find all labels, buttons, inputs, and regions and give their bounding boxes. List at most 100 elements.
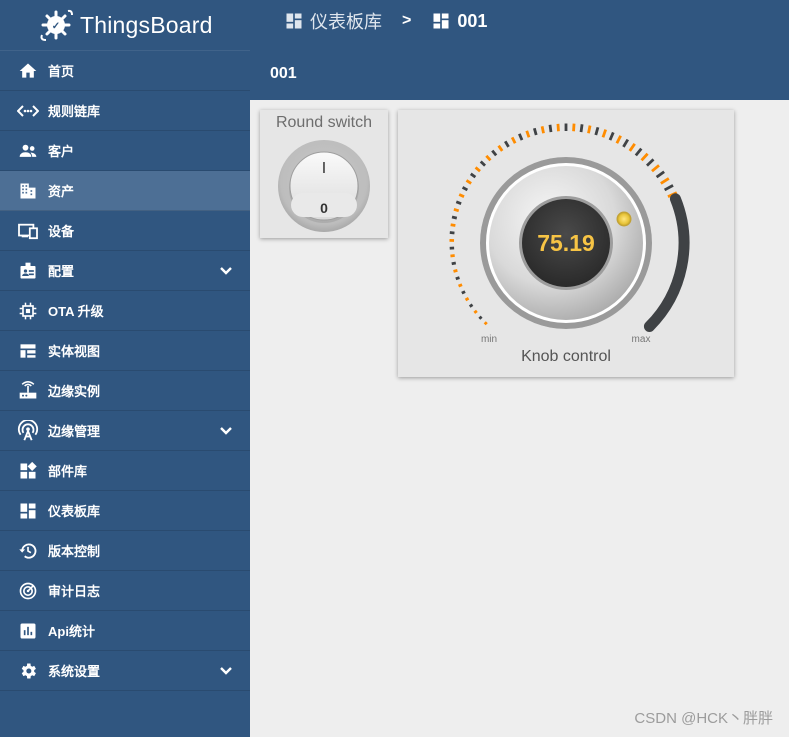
sidebar-item-devices[interactable]: 设备: [0, 211, 250, 251]
sidebar-item-edge-instances[interactable]: 边缘实例: [0, 371, 250, 411]
history-icon: [17, 540, 39, 562]
sidebar-item-label: 设备: [48, 224, 75, 239]
knob-max-label: max: [632, 334, 651, 345]
breadcrumb-dashboards[interactable]: 仪表板库: [284, 8, 382, 34]
sidebar-item-label: 资产: [48, 184, 75, 199]
sidebar-item-rule-chains[interactable]: 规则链库: [0, 91, 250, 131]
dashboard-icon: [17, 500, 39, 522]
sidebar-item-label: 部件库: [48, 464, 88, 479]
knob-scale-tick: [663, 184, 674, 192]
chip-icon: [17, 300, 39, 322]
sidebar-item-home[interactable]: 首页: [0, 51, 250, 91]
knob-scale-tick: [594, 126, 600, 136]
sidebar-item-label: 边缘管理: [48, 424, 101, 439]
sidebar-item-ota-updates[interactable]: OTA 升级: [0, 291, 250, 331]
chevron-down-icon[interactable]: [218, 663, 234, 679]
sidebar-item-edge-management[interactable]: 边缘管理: [0, 411, 250, 451]
sidebar-item-audit-logs[interactable]: 审计日志: [0, 571, 250, 611]
brand[interactable]: ✓ ThingsBoard: [0, 0, 250, 51]
sidebar-item-label: 客户: [48, 144, 75, 159]
track-changes-icon: [17, 580, 39, 602]
antenna-icon: [17, 419, 39, 442]
sidebar-item-label: 版本控制: [48, 544, 101, 559]
sidebar-item-label: 系统设置: [48, 664, 101, 679]
round-switch[interactable]: I 0: [260, 138, 388, 238]
round-switch-widget: Round switch I 0: [260, 110, 388, 238]
knob-scale-tick: [640, 152, 649, 162]
sidebar-item-profiles[interactable]: 配置: [0, 251, 250, 291]
sidebar-item-label: 边缘实例: [48, 384, 101, 399]
top-bar: 仪表板库 > 001 001: [250, 0, 789, 100]
knob-scale-tick: [478, 315, 483, 320]
knob-scale-tick: [455, 276, 460, 281]
thingsboard-logo-icon: ✓: [40, 9, 73, 41]
knob-scale-tick: [532, 127, 538, 136]
knob-value: 75.19: [537, 230, 595, 256]
sidebar-item-version-control[interactable]: 版本控制: [0, 531, 250, 571]
knob-scale-tick: [474, 166, 481, 173]
sidebar-item-label: 审计日志: [48, 584, 101, 599]
sidebar-item-label: 规则链库: [48, 104, 101, 119]
home-icon: [17, 60, 39, 82]
knob-title: Knob control: [521, 348, 611, 365]
sidebar-item-system-settings[interactable]: 系统设置: [0, 651, 250, 691]
knob-min-label: min: [481, 334, 497, 345]
knob-scale-tick: [453, 207, 460, 213]
knob-scale-tick: [601, 129, 608, 138]
brand-name: ThingsBoard: [80, 11, 213, 38]
knob-scale-tick: [579, 124, 584, 133]
entity-view-icon: [17, 340, 39, 362]
sidebar-item-label: 实体视图: [48, 344, 101, 359]
knob-scale-tick: [504, 140, 510, 148]
knob-scale-tick: [451, 261, 457, 266]
sidebar: ✓ ThingsBoard 首页 规则链库 客户 资产 设备 配置 OTA 升级…: [0, 0, 250, 737]
sidebar-item-label: Api统计: [48, 624, 95, 639]
svg-text:✓: ✓: [52, 21, 60, 32]
knob-scale-tick: [479, 160, 487, 167]
dashboard-icon: [286, 13, 302, 29]
knob-scale-tick: [464, 297, 470, 302]
knob-scale-tick: [485, 154, 492, 162]
knob-scale-tick: [651, 164, 660, 173]
knob-scale-tick: [483, 321, 488, 326]
knob-scale-tick: [525, 130, 531, 138]
knob-scale-tick: [634, 147, 643, 157]
chevron-down-icon[interactable]: [218, 263, 234, 279]
sidebar-item-widget-library[interactable]: 部件库: [0, 451, 250, 491]
knob-scale-tick: [540, 126, 545, 134]
sidebar-item-customers[interactable]: 客户: [0, 131, 250, 171]
knob-scale-tick: [461, 290, 466, 295]
knob-scale-tick: [469, 172, 477, 179]
breadcrumb-section-label: 仪表板库: [310, 12, 382, 32]
knob-scale-tick: [655, 170, 665, 179]
knob-scale-tick: [455, 200, 462, 205]
knob-remaining-arc: [643, 193, 690, 332]
stats-icon: [17, 620, 39, 642]
knob-scale-tick: [572, 123, 576, 132]
knob-scale-tick: [458, 193, 465, 198]
dashboard-icon: [433, 13, 449, 29]
chevron-down-icon[interactable]: [218, 423, 234, 439]
knob-scale-tick: [450, 223, 456, 227]
dashboard-title: 001: [270, 65, 297, 82]
sidebar-item-assets[interactable]: 资产: [0, 171, 250, 211]
sidebar-menu: 首页 规则链库 客户 资产 设备 配置 OTA 升级 实体视图 边缘实例 边缘管…: [0, 51, 250, 691]
devices-icon: [17, 220, 39, 242]
knob-scale-tick: [645, 158, 655, 167]
breadcrumb-separator: >: [402, 12, 412, 29]
sidebar-item-label: 首页: [48, 64, 75, 79]
watermark: CSDN @HCK丶胖胖: [634, 710, 773, 727]
sidebar-item-api-usage[interactable]: Api统计: [0, 611, 250, 651]
switch-off-label: 0: [320, 200, 328, 216]
knob-control-widget: 75.19 min max Knob control: [398, 110, 734, 377]
knob-scale-tick: [660, 177, 670, 185]
sidebar-item-entity-views[interactable]: 实体视图: [0, 331, 250, 371]
dashboard-canvas: Round switch I 0 75.19 min max Knob cont…: [250, 100, 789, 737]
sidebar-item-dashboards[interactable]: 仪表板库: [0, 491, 250, 531]
knob-indicator-led: [616, 211, 632, 227]
switch-on-label: I: [322, 160, 326, 177]
knob-scale-tick: [451, 215, 458, 220]
widgets-icon: [17, 460, 39, 482]
sidebar-item-label: 仪表板库: [48, 504, 101, 519]
knob-scale-tick: [497, 144, 504, 152]
